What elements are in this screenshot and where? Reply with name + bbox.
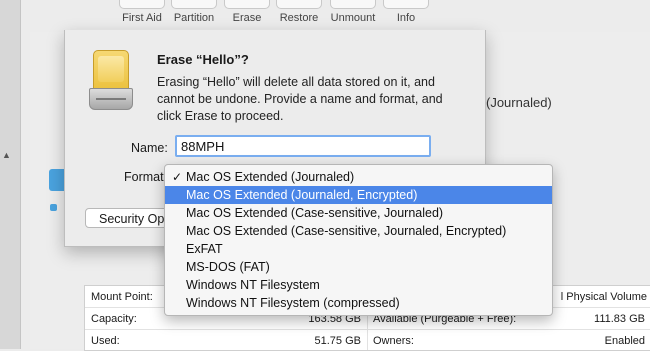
format-menu-item[interactable]: Mac OS Extended (Case-sensitive, Journal… (165, 204, 552, 222)
erase-label: Erase (232, 12, 262, 24)
first-aid-label: First Aid (122, 12, 162, 24)
first-aid-icon (119, 0, 165, 9)
table-divider (85, 329, 650, 330)
mount-point-label: Mount Point: (91, 291, 153, 303)
toolbar: First Aid Partition Erase Restore Unmoun… (0, 0, 650, 30)
security-options-button[interactable]: Security Op (85, 208, 175, 228)
owners-label: Owners: (373, 335, 414, 347)
format-label: Format (124, 170, 164, 184)
format-menu-item[interactable]: MS-DOS (FAT) (165, 258, 552, 276)
volume-format-text: (Journaled) (486, 95, 552, 110)
format-menu-item-label: Mac OS Extended (Case-sensitive, Journal… (186, 206, 444, 220)
format-menu-item[interactable]: Mac OS Extended (Case-sensitive, Journal… (165, 222, 552, 240)
format-menu-item-label: Mac OS Extended (Journaled) (186, 170, 355, 184)
available-value: 111.83 GB (594, 313, 645, 325)
restore-button[interactable]: Restore (271, 0, 327, 24)
unmount-icon (330, 0, 376, 9)
owners-value: Enabled (604, 335, 645, 347)
erase-button[interactable]: Erase (219, 0, 275, 24)
usage-bar (49, 169, 65, 191)
format-menu-item-label: Windows NT Filesystem (186, 278, 320, 292)
info-label: Info (396, 12, 416, 24)
format-menu-item-label: MS-DOS (FAT) (186, 260, 270, 274)
sheet-message: Erasing “Hello” will delete all data sto… (157, 75, 443, 123)
partition-button[interactable]: Partition (166, 0, 222, 24)
restore-icon (276, 0, 322, 9)
disclosure-triangle-icon[interactable]: ▲ (2, 150, 11, 160)
format-menu-item[interactable]: ✓ Mac OS Extended (Journaled) (165, 168, 552, 186)
format-menu-item[interactable]: Windows NT Filesystem (compressed) (165, 294, 552, 312)
format-menu-item[interactable]: ExFAT (165, 240, 552, 258)
format-menu-item-label: ExFAT (186, 242, 223, 256)
type-value: l Physical Volume (560, 291, 647, 303)
partition-label: Partition (173, 12, 215, 24)
info-button[interactable]: Info (378, 0, 434, 24)
restore-label: Restore (279, 12, 319, 24)
format-menu-item-label: Mac OS Extended (Journaled, Encrypted) (186, 188, 418, 202)
capacity-label: Capacity: (91, 313, 137, 325)
sidebar: ▲ (0, 0, 21, 349)
sheet-title: Erase “Hello”? (157, 52, 249, 67)
unmount-label: Unmount (330, 12, 376, 24)
used-legend-swatch (50, 204, 57, 211)
format-menu-item-label: Mac OS Extended (Case-sensitive, Journal… (186, 224, 507, 238)
erase-icon (224, 0, 270, 9)
partition-icon (171, 0, 217, 9)
name-input[interactable] (175, 135, 431, 157)
format-menu-item-label: Windows NT Filesystem (compressed) (186, 296, 400, 310)
checkmark-icon: ✓ (172, 170, 183, 184)
format-menu-item[interactable]: Windows NT Filesystem (165, 276, 552, 294)
name-label: Name: (131, 141, 168, 155)
format-menu-item[interactable]: Mac OS Extended (Journaled, Encrypted) (165, 186, 552, 204)
format-menu: ✓ Mac OS Extended (Journaled) Mac OS Exten… (164, 164, 553, 316)
unmount-button[interactable]: Unmount (325, 0, 381, 24)
used-value: 51.75 GB (314, 335, 361, 347)
first-aid-button[interactable]: First Aid (114, 0, 170, 24)
external-drive-icon (89, 50, 133, 112)
info-icon (383, 0, 429, 9)
used-label: Used: (91, 335, 120, 347)
